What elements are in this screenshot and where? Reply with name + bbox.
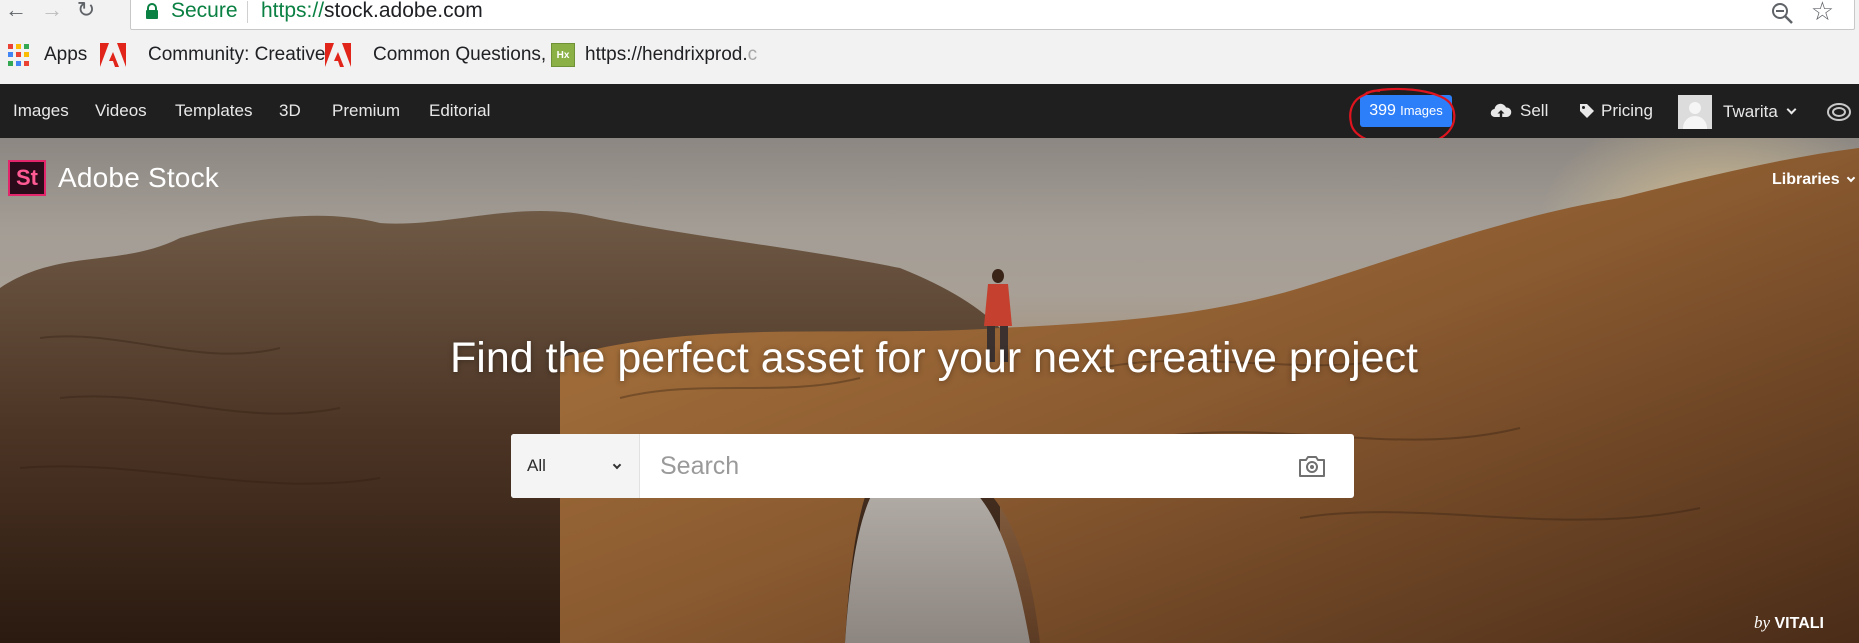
sell-link[interactable]: Sell: [1490, 100, 1548, 122]
bookmark-community[interactable]: Community: Creative: [100, 41, 325, 69]
bookmarks-bar: Apps Community: Creative Common Question…: [0, 31, 1859, 84]
bookmark-hendrix[interactable]: Hx https://hendrixprod. c: [551, 41, 757, 69]
apps-grid-icon: [8, 44, 30, 66]
secure-label: Secure: [171, 0, 238, 22]
bookmark-common-questions[interactable]: Common Questions,: [325, 41, 546, 69]
chevron-down-icon: [1786, 104, 1797, 115]
bookmark-label: Common Questions,: [373, 44, 547, 65]
credit-by: by: [1754, 613, 1771, 632]
pricing-label: Pricing: [1601, 101, 1653, 120]
credits-unit: Images: [1400, 103, 1443, 118]
user-name: Twarita: [1723, 102, 1778, 121]
bookmark-label-fade: c: [747, 44, 758, 65]
avatar: [1678, 95, 1712, 129]
omnibox-divider: [247, 1, 248, 23]
bookmark-apps[interactable]: Apps: [8, 41, 87, 69]
back-arrow-icon[interactable]: ←: [2, 0, 30, 22]
nav-3d[interactable]: 3D: [279, 100, 301, 122]
lock-icon: [146, 3, 158, 19]
creative-cloud-icon[interactable]: [1826, 99, 1852, 123]
credits-count: 399: [1369, 102, 1396, 119]
reload-icon[interactable]: ↻: [72, 0, 100, 22]
hero-headline: Find the perfect asset for your next cre…: [450, 334, 1418, 382]
sell-label: Sell: [1520, 101, 1549, 120]
search-scope-value: All: [527, 456, 546, 475]
bookmark-label: https://hendrixprod.: [585, 44, 748, 65]
cloud-upload-icon: [1490, 103, 1512, 119]
camera-icon[interactable]: [1297, 454, 1327, 478]
libraries-label: Libraries: [1772, 171, 1840, 188]
chevron-down-icon: [612, 460, 622, 470]
forward-arrow-icon[interactable]: →: [38, 0, 66, 22]
adobe-icon: [325, 43, 351, 67]
bookmark-label: Apps: [44, 44, 88, 65]
zoom-out-icon[interactable]: [1770, 1, 1794, 25]
nav-images[interactable]: Images: [13, 100, 69, 122]
credit-name: VITALI: [1774, 615, 1824, 632]
url-scheme: https://: [261, 0, 325, 22]
address-bar[interactable]: Secure https://stock.adobe.com ☆: [130, 0, 1855, 30]
hero-background-image: [0, 148, 1859, 643]
adobe-stock-logo[interactable]: St Adobe Stock: [8, 160, 219, 196]
libraries-menu[interactable]: Libraries: [1772, 171, 1855, 189]
chevron-down-icon: [1846, 173, 1855, 182]
search-scope-select[interactable]: All: [511, 434, 640, 498]
stock-logo-mark: St: [8, 160, 46, 196]
browser-toolbar: ← → ↻ Secure https://stock.adobe.com ☆: [0, 0, 1859, 31]
photo-credit[interactable]: by VITALI: [1754, 613, 1824, 633]
nav-premium[interactable]: Premium: [332, 100, 400, 122]
nav-editorial[interactable]: Editorial: [429, 100, 490, 122]
hero-banner: St Adobe Stock Libraries Find the perfec…: [0, 138, 1859, 643]
user-menu[interactable]: Twarita: [1678, 95, 1797, 129]
hx-icon: Hx: [551, 43, 575, 67]
image-credits-button[interactable]: 399 Images: [1360, 95, 1452, 127]
stock-top-nav: Images Videos Templates 3D Premium Edito…: [0, 84, 1859, 138]
url-host: stock.adobe.com: [324, 0, 483, 22]
bookmark-label: Community: Creative: [148, 44, 326, 65]
search-bar: All: [511, 434, 1354, 498]
url-text[interactable]: https://stock.adobe.com: [261, 0, 483, 23]
nav-videos[interactable]: Videos: [95, 100, 147, 122]
bookmark-star-icon[interactable]: ☆: [1811, 0, 1834, 25]
pricing-link[interactable]: Pricing: [1579, 100, 1653, 122]
search-input[interactable]: [640, 434, 1300, 498]
adobe-icon: [100, 43, 126, 67]
stock-logo-text: Adobe Stock: [58, 162, 219, 193]
nav-templates[interactable]: Templates: [175, 100, 252, 122]
price-tag-icon: [1580, 104, 1594, 118]
